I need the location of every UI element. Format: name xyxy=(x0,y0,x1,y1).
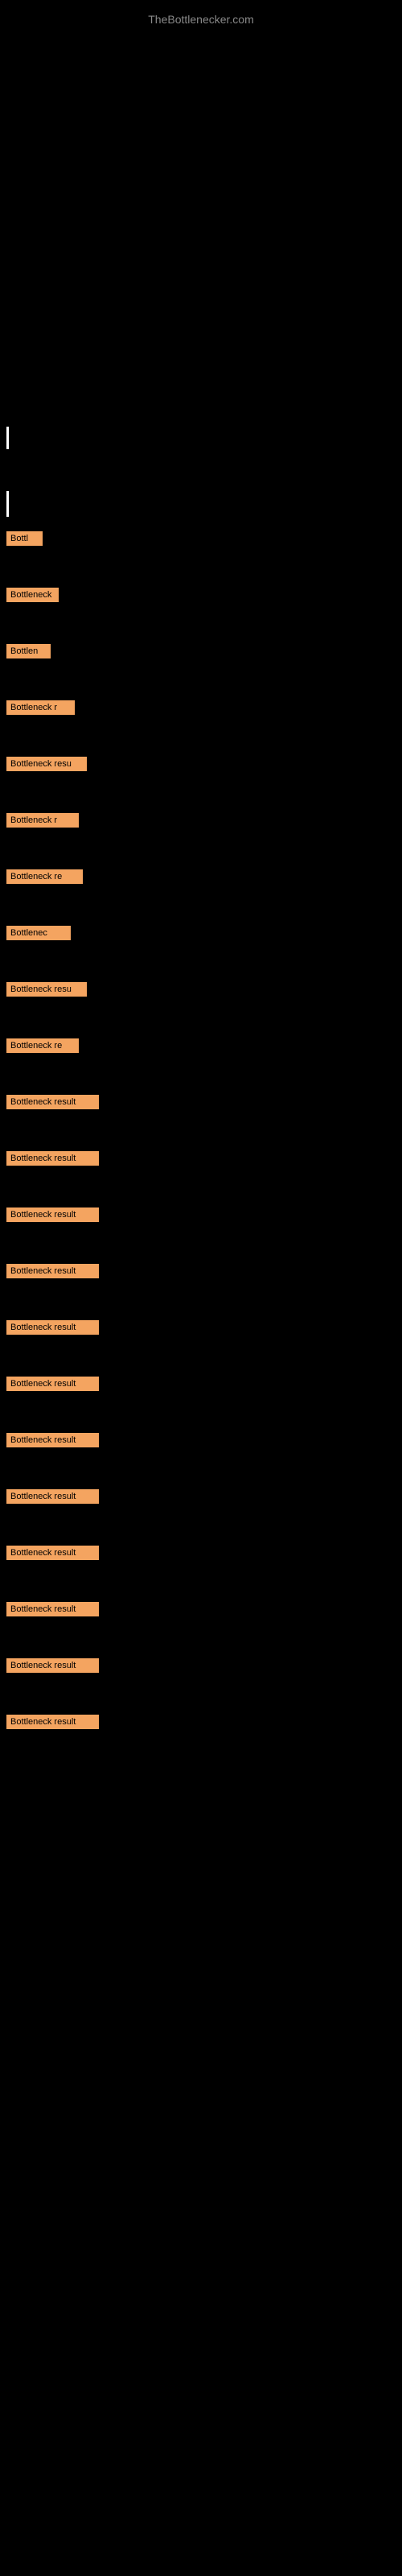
bottleneck-result-item-4[interactable]: Bottleneck r xyxy=(6,700,75,715)
bottleneck-result-item-12[interactable]: Bottleneck result xyxy=(6,1151,99,1166)
bottleneck-result-item-22[interactable]: Bottleneck result xyxy=(6,1715,99,1729)
bottleneck-result-item-15[interactable]: Bottleneck result xyxy=(6,1320,99,1335)
bottleneck-result-item-18[interactable]: Bottleneck result xyxy=(6,1489,99,1504)
site-title: TheBottlenecker.com xyxy=(0,6,402,32)
cursor-indicator-1 xyxy=(6,427,9,449)
bottleneck-result-item-10[interactable]: Bottleneck re xyxy=(6,1038,79,1053)
bottleneck-result-item-9[interactable]: Bottleneck resu xyxy=(6,982,87,997)
bottleneck-result-item-5[interactable]: Bottleneck resu xyxy=(6,757,87,771)
bottleneck-result-item-19[interactable]: Bottleneck result xyxy=(6,1546,99,1560)
bottleneck-result-item-2[interactable]: Bottleneck xyxy=(6,588,59,602)
page-container: TheBottlenecker.com BottlBottleneckBottl… xyxy=(0,0,402,2576)
cursor-indicator-2 xyxy=(6,491,9,517)
bottleneck-result-item-11[interactable]: Bottleneck result xyxy=(6,1095,99,1109)
bottleneck-result-item-7[interactable]: Bottleneck re xyxy=(6,869,83,884)
bottleneck-result-item-16[interactable]: Bottleneck result xyxy=(6,1377,99,1391)
bottleneck-result-item-17[interactable]: Bottleneck result xyxy=(6,1433,99,1447)
bottleneck-result-item-14[interactable]: Bottleneck result xyxy=(6,1264,99,1278)
bottleneck-result-item-8[interactable]: Bottlenec xyxy=(6,926,71,940)
bottleneck-list: Bottl Bottleneck Bottlen Bottleneck r Bottle… xyxy=(6,531,99,1771)
bottleneck-result-item-20[interactable]: Bottleneck result xyxy=(6,1602,99,1616)
bottleneck-result-item-6[interactable]: Bottleneck r xyxy=(6,813,79,828)
bottleneck-result-item-1[interactable]: Bottl xyxy=(6,531,43,546)
bottleneck-result-item-21[interactable]: Bottleneck result xyxy=(6,1658,99,1673)
bottleneck-result-item-3[interactable]: Bottlen xyxy=(6,644,51,658)
bottleneck-result-item-13[interactable]: Bottleneck result xyxy=(6,1208,99,1222)
